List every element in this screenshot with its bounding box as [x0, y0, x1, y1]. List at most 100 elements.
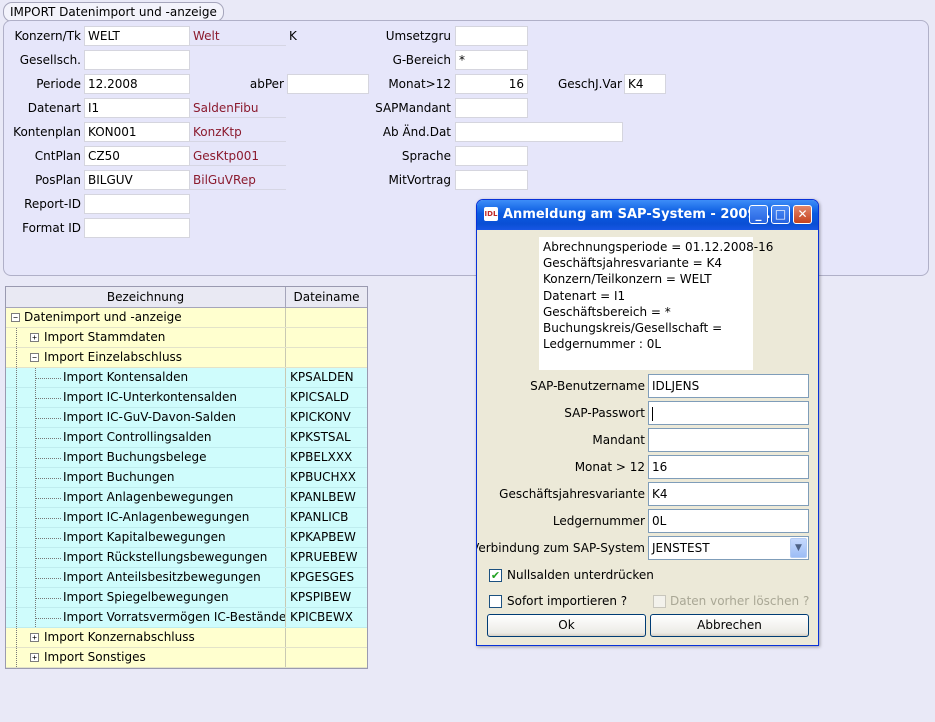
tree-filename-cell: [286, 648, 367, 667]
umsetzgru-label: Umsetzgru: [385, 29, 451, 43]
tree-group-row[interactable]: − Import Einzelabschluss: [6, 348, 367, 368]
tree-group-row[interactable]: − Datenimport und -anzeige: [6, 308, 367, 328]
reportid-field[interactable]: [84, 194, 190, 214]
tree-label-cell: Import Anlagenbewegungen: [6, 488, 286, 507]
umsetzgru-field[interactable]: [455, 26, 528, 46]
mitvortrag-label: MitVortrag: [388, 173, 451, 187]
tree-connector-line: [35, 598, 61, 599]
expand-icon[interactable]: +: [30, 653, 39, 662]
sofort-importieren-label[interactable]: Sofort importieren ?: [507, 593, 627, 609]
tree-connector-line: [35, 498, 61, 499]
tree-filename-cell: KPBELXXX: [290, 450, 353, 464]
tree-leaf-row[interactable]: Import Controllingsalden KPKSTSAL: [6, 428, 367, 448]
tree-filename-cell: KPSPIBEW: [290, 590, 352, 604]
tree-connector-line: [16, 388, 17, 407]
nullsalden-checkbox[interactable]: ✔: [489, 569, 502, 582]
collapse-icon[interactable]: −: [30, 353, 39, 362]
tree-filename-cell: KPGESGES: [290, 570, 355, 584]
column-header-bezeichnung[interactable]: Bezeichnung: [6, 287, 286, 307]
monat-gt12-input[interactable]: 16: [648, 455, 809, 479]
gbereich-field[interactable]: *: [455, 50, 528, 70]
konzern-field[interactable]: WELT: [84, 26, 190, 46]
sap-password-label: SAP-Passwort: [564, 406, 645, 420]
periode-field[interactable]: 12.2008: [84, 74, 190, 94]
info-line: Buchungskreis/Gesellschaft =: [543, 321, 723, 336]
app-logo-icon: IDL: [484, 207, 498, 221]
minimize-button[interactable]: _: [749, 205, 768, 224]
sap-connection-select[interactable]: JENSTEST ▼: [648, 536, 809, 560]
dialog-titlebar[interactable]: IDL Anmeldung am SAP-System - 20090... _…: [477, 200, 818, 230]
tab-import[interactable]: IMPORT Datenimport und -anzeige: [3, 2, 224, 22]
sap-connection-label: Verbindung zum SAP-System: [476, 541, 645, 555]
tree-leaf-row[interactable]: Import Anlagenbewegungen KPANLBEW: [6, 488, 367, 508]
abper-field[interactable]: [287, 74, 369, 94]
mandant-input[interactable]: [648, 428, 809, 452]
chevron-down-icon[interactable]: ▼: [790, 538, 807, 558]
tree-connector-line: [16, 328, 17, 347]
tree-connector-line: [35, 578, 61, 579]
tree-node-label: Import Anlagenbewegungen: [63, 490, 234, 504]
nullsalden-label[interactable]: Nullsalden unterdrücken: [507, 567, 654, 583]
sprache-field[interactable]: [455, 146, 528, 166]
tree-connector-line: [35, 458, 61, 459]
gj-variante-input[interactable]: K4: [648, 482, 809, 506]
tree-leaf-row[interactable]: Import IC-Anlagenbewegungen KPANLICB: [6, 508, 367, 528]
formatid-field[interactable]: [84, 218, 190, 238]
tree-leaf-row[interactable]: Import Kapitalbewegungen KPKAPBEW: [6, 528, 367, 548]
kontenplan-field[interactable]: KON001: [84, 122, 190, 142]
tree-leaf-row[interactable]: Import Rückstellungsbewegungen KPRUEBEW: [6, 548, 367, 568]
sprache-label: Sprache: [401, 149, 451, 163]
cntplan-field[interactable]: CZ50: [84, 146, 190, 166]
tree-connector-line: [35, 538, 61, 539]
datenart-label: Datenart: [27, 101, 81, 115]
close-button[interactable]: ✕: [793, 205, 812, 224]
tree-label-cell: Import IC-Unterkontensalden: [6, 388, 286, 407]
tree-label-cell: + Import Stammdaten: [6, 328, 286, 347]
tree-group-row[interactable]: + Import Sonstiges: [6, 648, 367, 668]
geschjvar-field[interactable]: K4: [624, 74, 666, 94]
tree-leaf-row[interactable]: Import IC-Unterkontensalden KPICSALD: [6, 388, 367, 408]
posplan-field[interactable]: BILGUV: [84, 170, 190, 190]
tree-leaf-row[interactable]: Import Buchungen KPBUCHXX: [6, 468, 367, 488]
maximize-button[interactable]: □: [771, 205, 790, 224]
tree-leaf-row[interactable]: Import Vorratsvermögen IC-Bestände KPICBE…: [6, 608, 367, 628]
mitvortrag-field[interactable]: [455, 170, 528, 190]
sapmandant-field[interactable]: [455, 98, 528, 118]
tree-filename-cell: [286, 328, 367, 347]
expand-icon[interactable]: +: [30, 333, 39, 342]
tree-connector-line: [35, 398, 61, 399]
sap-username-input[interactable]: IDLJENS: [648, 374, 809, 398]
tree-leaf-row[interactable]: Import IC-GuV-Davon-Salden KPICKONV: [6, 408, 367, 428]
tree-node-label: Import Stammdaten: [44, 330, 166, 344]
abanddat-field[interactable]: [455, 122, 623, 142]
expand-icon[interactable]: +: [30, 633, 39, 642]
collapse-icon[interactable]: −: [11, 313, 20, 322]
cancel-button[interactable]: Abbrechen: [650, 614, 809, 637]
tree-connector-line: [16, 568, 17, 587]
gesellsch-field[interactable]: [84, 50, 190, 70]
tree-filename-cell: [286, 308, 367, 327]
tree-filename-cell: KPICKONV: [290, 410, 351, 424]
tree-connector-line: [35, 558, 61, 559]
monat-field[interactable]: 16: [455, 74, 528, 94]
tree-connector-line: [35, 418, 61, 419]
tree-leaf-row[interactable]: Import Buchungsbelege KPBELXXX: [6, 448, 367, 468]
info-line: Geschäftsbereich = *: [543, 304, 671, 319]
tree-group-row[interactable]: + Import Stammdaten: [6, 328, 367, 348]
sap-password-input[interactable]: [648, 401, 809, 425]
tree-filename-cell: KPBUCHXX: [290, 470, 356, 484]
datenart-field[interactable]: I1: [84, 98, 190, 118]
tree-leaf-row[interactable]: Import Spiegelbewegungen KPSPIBEW: [6, 588, 367, 608]
tree-connector-line: [16, 588, 17, 607]
tree-leaf-row[interactable]: Import Kontensalden KPSALDEN: [6, 368, 367, 388]
ok-button[interactable]: Ok: [487, 614, 646, 637]
import-tree-table: Bezeichnung Dateiname − Datenimport und -…: [5, 286, 368, 669]
tree-filename-cell: KPKAPBEW: [290, 530, 356, 544]
tree-leaf-row[interactable]: Import Anteilsbesitzbewegungen KPGESGES: [6, 568, 367, 588]
tree-node-label: Import Rückstellungsbewegungen: [63, 550, 268, 564]
tree-node-label: Import IC-Anlagenbewegungen: [63, 510, 250, 524]
tree-group-row[interactable]: + Import Konzernabschluss: [6, 628, 367, 648]
ledgernummer-input[interactable]: 0L: [648, 509, 809, 533]
column-header-dateiname[interactable]: Dateiname: [286, 287, 367, 307]
sofort-importieren-checkbox[interactable]: [489, 595, 502, 608]
